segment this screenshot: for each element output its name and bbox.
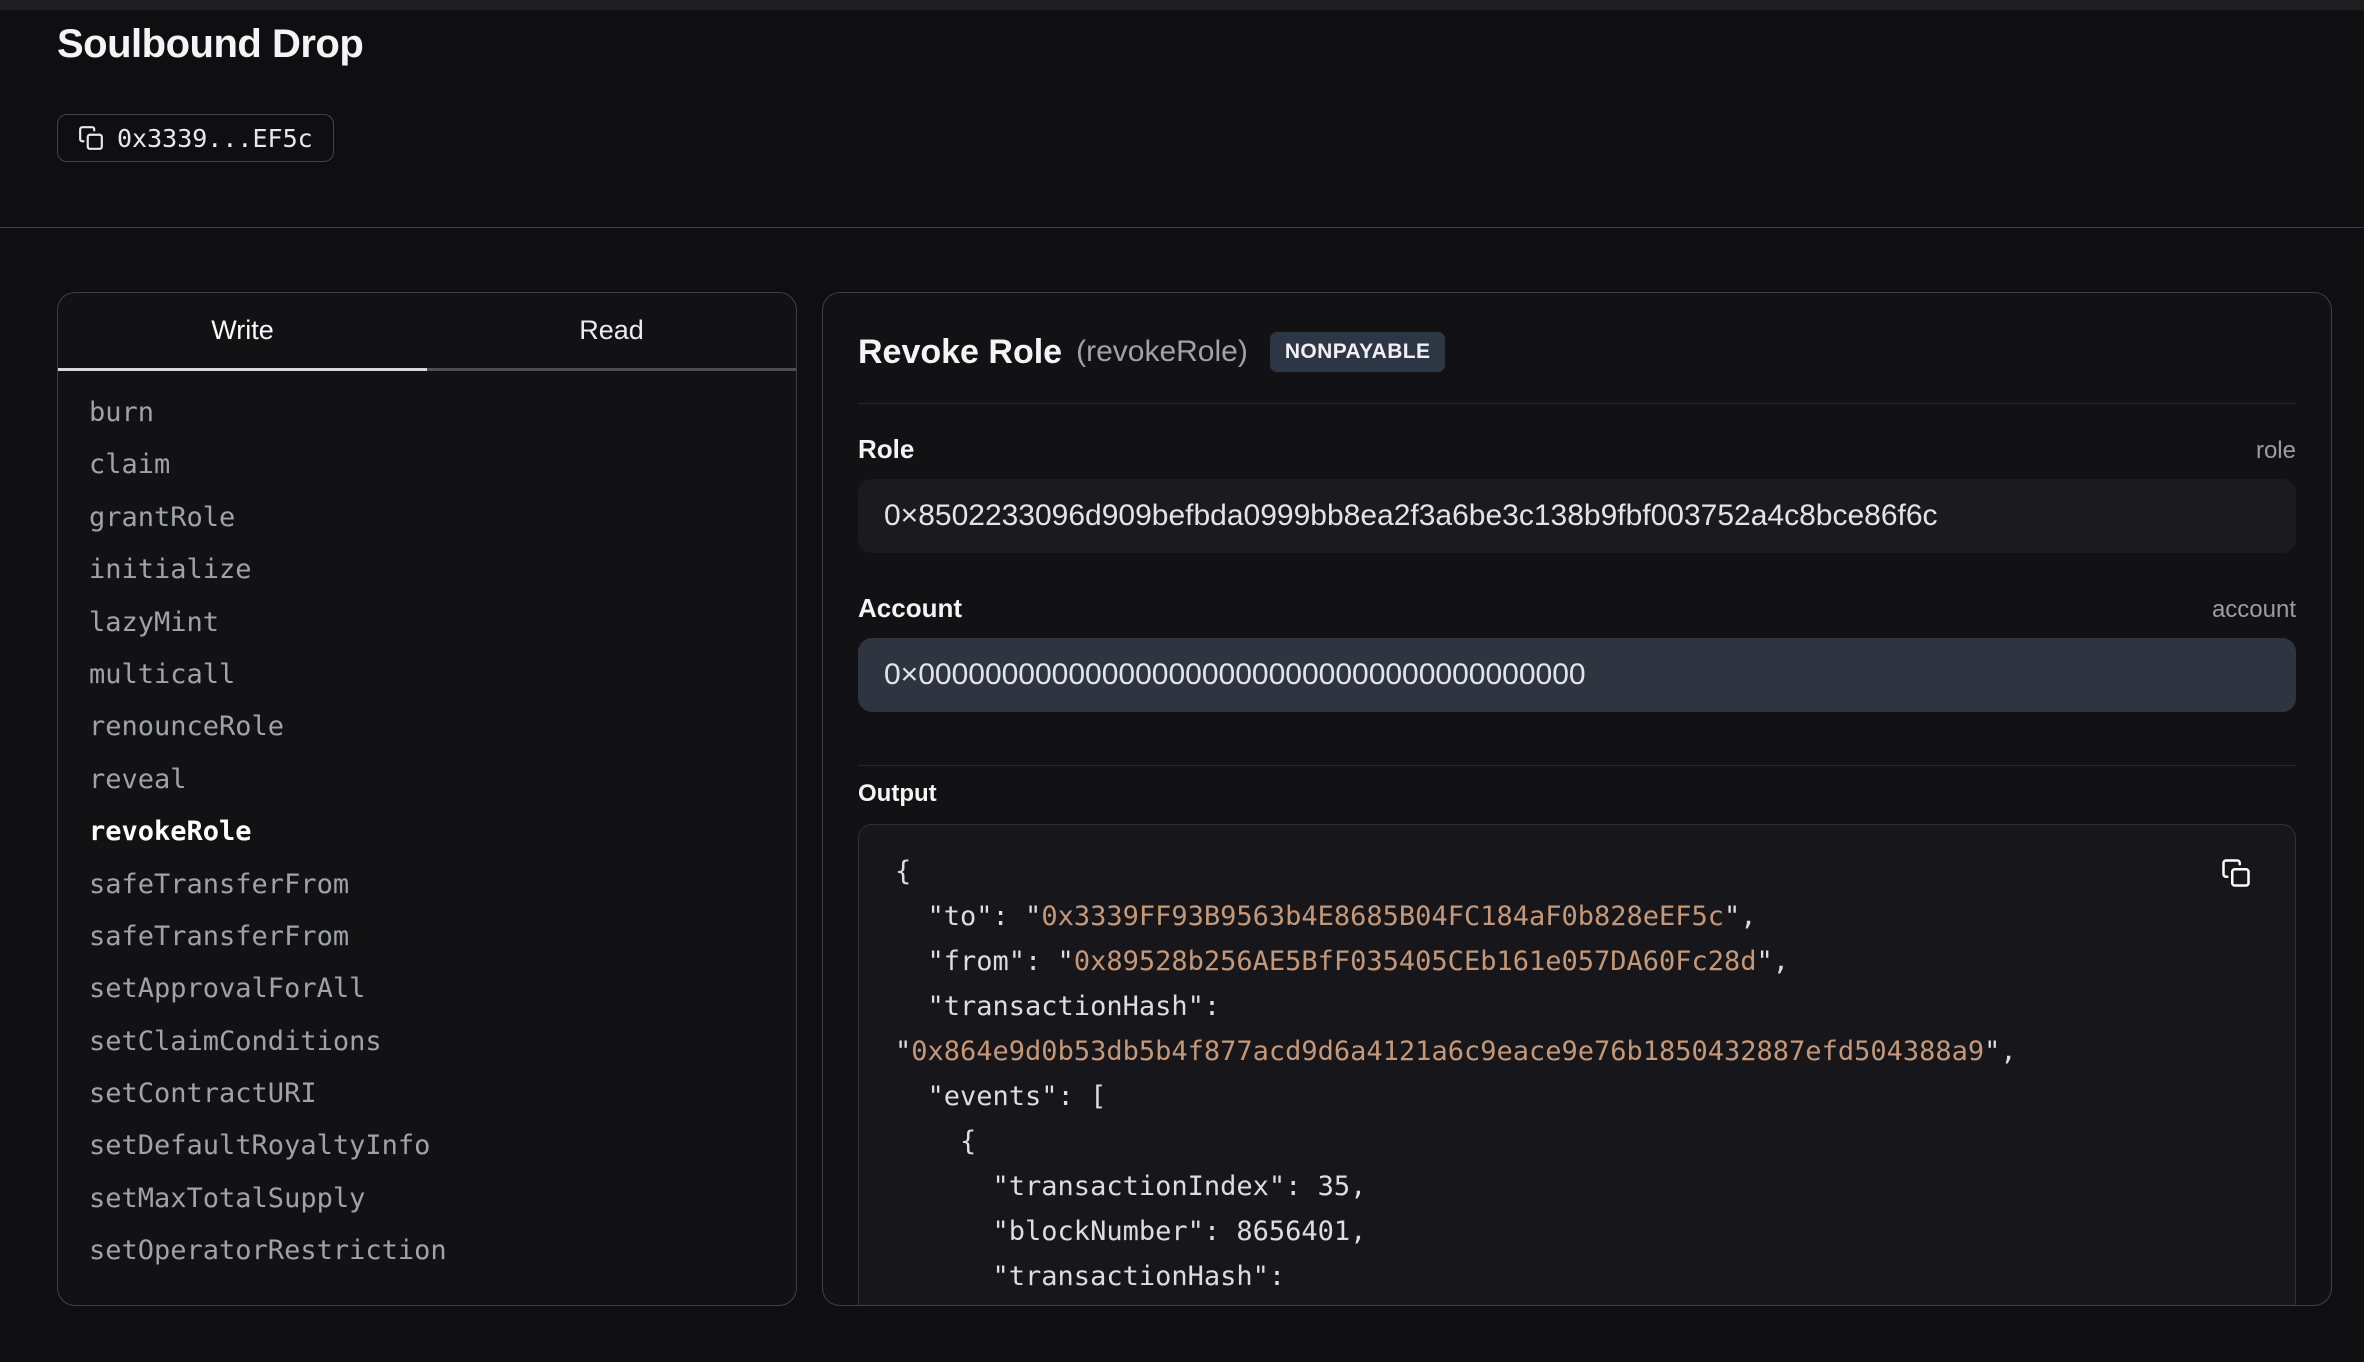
function-item-reveal[interactable]: reveal	[58, 754, 796, 806]
account-field-label: Account	[858, 593, 962, 624]
function-item-setOperatorRestriction[interactable]: setOperatorRestriction	[58, 1225, 796, 1277]
function-item-setMaxTotalSupply[interactable]: setMaxTotalSupply	[58, 1173, 796, 1225]
account-field-hint: account	[2212, 596, 2296, 624]
role-input[interactable]	[858, 479, 2296, 553]
copy-output-button[interactable]	[2221, 855, 2257, 891]
code-line: "0x864e9d0b53db5b4f877acd9d6a4121a6c9eac…	[895, 1029, 2259, 1074]
function-list: burnclaimgrantRoleinitializelazyMintmult…	[58, 371, 796, 1278]
tab-write[interactable]: Write	[58, 293, 427, 371]
function-item-renounceRole[interactable]: renounceRole	[58, 701, 796, 753]
function-item-lazyMint[interactable]: lazyMint	[58, 597, 796, 649]
function-item-setContractURI[interactable]: setContractURI	[58, 1068, 796, 1120]
top-strip	[0, 0, 2364, 10]
code-line: "blockNumber": 8656401,	[895, 1209, 2259, 1254]
account-field-header: Account account	[858, 593, 2296, 624]
copy-icon	[2221, 858, 2257, 888]
output-divider	[858, 765, 2296, 766]
functions-card: Write Read burnclaimgrantRoleinitializel…	[57, 292, 797, 1306]
code-line: "from": "0x89528b256AE5BfF035405CEb161e0…	[895, 939, 2259, 984]
role-field-header: Role role	[858, 434, 2296, 465]
account-input[interactable]	[858, 638, 2296, 712]
function-detail-card: Revoke Role (revokeRole) NONPAYABLE Role…	[822, 292, 2332, 1306]
function-item-setDefaultRoyaltyInfo[interactable]: setDefaultRoyaltyInfo	[58, 1120, 796, 1172]
function-item-revokeRole[interactable]: revokeRole	[58, 806, 796, 858]
function-tabs: Write Read	[58, 293, 796, 371]
function-item-safeTransferFrom[interactable]: safeTransferFrom	[58, 911, 796, 963]
tab-read[interactable]: Read	[427, 293, 796, 371]
code-line: "to": "0x3339FF93B9563b4E8685B04FC184aF0…	[895, 894, 2259, 939]
code-line: "transactionHash":	[895, 984, 2259, 1029]
contract-address-button[interactable]: 0x3339...EF5c	[57, 114, 334, 162]
function-item-claim[interactable]: claim	[58, 439, 796, 491]
header-divider	[0, 227, 2364, 228]
output-codeblock: { "to": "0x3339FF93B9563b4E8685B04FC184a…	[858, 824, 2296, 1306]
function-item-setApprovalForAll[interactable]: setApprovalForAll	[58, 963, 796, 1015]
detail-divider-top	[858, 403, 2296, 404]
function-item-multicall[interactable]: multicall	[58, 649, 796, 701]
detail-header: Revoke Role (revokeRole) NONPAYABLE	[858, 329, 2296, 375]
detail-subtitle: (revokeRole)	[1076, 335, 1248, 369]
function-item-safeTransferFrom[interactable]: safeTransferFrom	[58, 859, 796, 911]
role-field-label: Role	[858, 434, 914, 465]
function-item-grantRole[interactable]: grantRole	[58, 492, 796, 544]
code-line: {	[895, 1119, 2259, 1164]
function-item-burn[interactable]: burn	[58, 387, 796, 439]
code-line: {	[895, 849, 2259, 894]
detail-title: Revoke Role	[858, 333, 1062, 372]
code-line: "transactionHash":	[895, 1254, 2259, 1299]
function-item-setClaimConditions[interactable]: setClaimConditions	[58, 1016, 796, 1068]
output-label: Output	[858, 780, 2296, 808]
role-field-hint: role	[2256, 437, 2296, 465]
contract-address-label: 0x3339...EF5c	[117, 124, 313, 153]
output-code: { "to": "0x3339FF93B9563b4E8685B04FC184a…	[895, 849, 2259, 1299]
copy-icon	[78, 125, 104, 151]
code-line: "transactionIndex": 35,	[895, 1164, 2259, 1209]
function-item-initialize[interactable]: initialize	[58, 544, 796, 596]
mutability-badge: NONPAYABLE	[1270, 332, 1446, 372]
code-line: "events": [	[895, 1074, 2259, 1119]
page-title: Soulbound Drop	[57, 22, 363, 67]
